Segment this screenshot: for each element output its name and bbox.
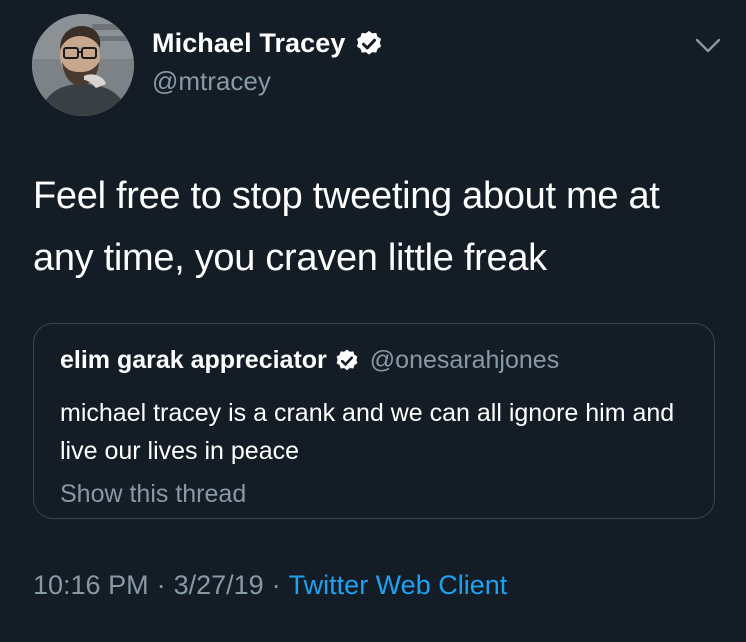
meta-separator: · xyxy=(156,570,166,600)
quoted-author-handle: @onesarahjones xyxy=(369,346,560,374)
verified-badge-icon xyxy=(334,348,360,374)
meta-separator: · xyxy=(271,570,281,600)
quoted-tweet-header: elim garak appreciator @onesarahjones xyxy=(60,346,559,375)
tweet-metadata: 10:16 PM · 3/27/19 · Twitter Web Client xyxy=(33,570,507,601)
author-handle[interactable]: @mtracey xyxy=(152,66,271,97)
tweet-header: Michael Tracey @mtracey xyxy=(0,0,746,130)
tweet-client-link[interactable]: Twitter Web Client xyxy=(289,570,508,600)
author-display-name[interactable]: Michael Tracey xyxy=(152,28,346,59)
quoted-tweet-card[interactable]: elim garak appreciator @onesarahjones mi… xyxy=(33,323,715,519)
author-name-row[interactable]: Michael Tracey xyxy=(152,28,384,59)
show-thread-link[interactable]: Show this thread xyxy=(60,480,246,509)
avatar[interactable] xyxy=(32,14,134,116)
tweet-date[interactable]: 3/27/19 xyxy=(174,570,264,600)
verified-badge-icon xyxy=(354,29,384,59)
chevron-down-icon[interactable] xyxy=(694,36,722,56)
avatar-illustration xyxy=(32,14,134,116)
quoted-tweet-text: michael tracey is a crank and we can all… xyxy=(60,399,675,465)
tweet-text: Feel free to stop tweeting about me at a… xyxy=(33,175,660,279)
tweet-time[interactable]: 10:16 PM xyxy=(33,570,149,600)
quoted-author-name: elim garak appreciator xyxy=(60,346,327,374)
